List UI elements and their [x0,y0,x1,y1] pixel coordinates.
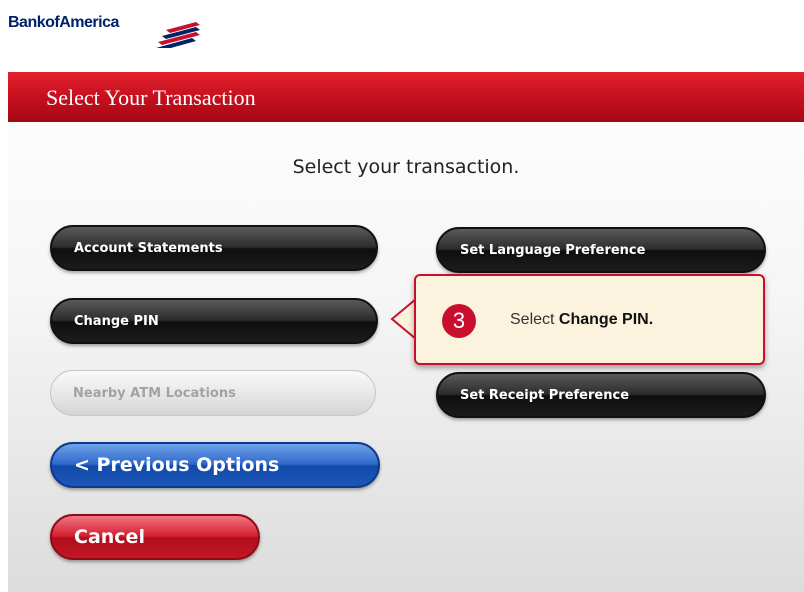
cancel-button[interactable]: Cancel [50,514,260,560]
set-language-preference-button[interactable]: Set Language Preference [436,227,766,273]
title-bar: Select Your Transaction [8,72,804,122]
nearby-atm-locations-button: Nearby ATM Locations [50,370,376,416]
bank-logo: BankofAmerica [8,8,208,48]
callout-text-emphasis: Change PIN. [558,311,654,328]
callout-text: Select Change PIN. [510,311,653,329]
flag-icon [156,22,200,48]
set-receipt-preference-button[interactable]: Set Receipt Preference [436,372,766,418]
logo-text: BankofAmerica [8,14,119,31]
account-statements-button[interactable]: Account Statements [50,225,378,271]
previous-options-button[interactable]: < Previous Options [50,442,380,488]
instruction-callout: 3 Select Change PIN. [414,274,765,365]
page-title: Select Your Transaction [46,85,256,110]
callout-text-prefix: Select [510,311,559,328]
change-pin-button[interactable]: Change PIN [50,298,378,344]
step-number-badge: 3 [442,304,476,338]
instruction-text: Select your transaction. [292,156,520,178]
